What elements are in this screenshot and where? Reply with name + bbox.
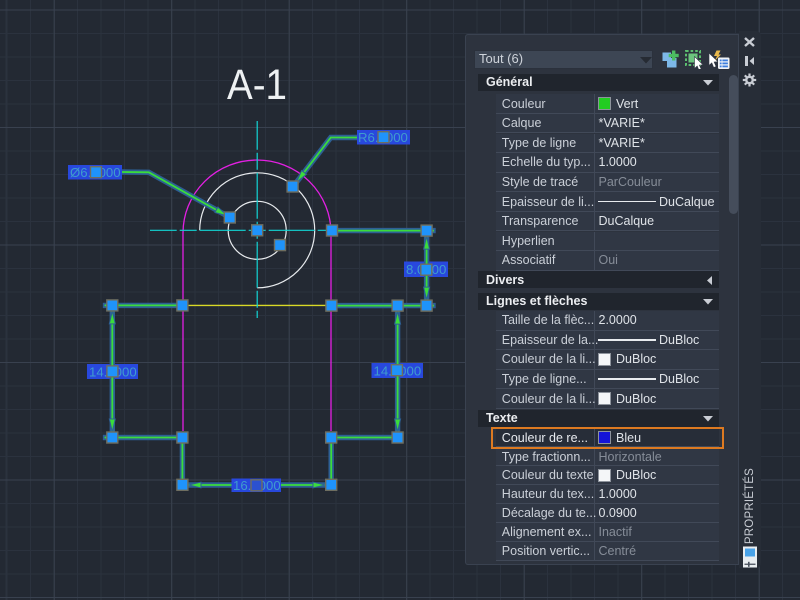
svg-text:A-1: A-1	[227, 62, 287, 109]
